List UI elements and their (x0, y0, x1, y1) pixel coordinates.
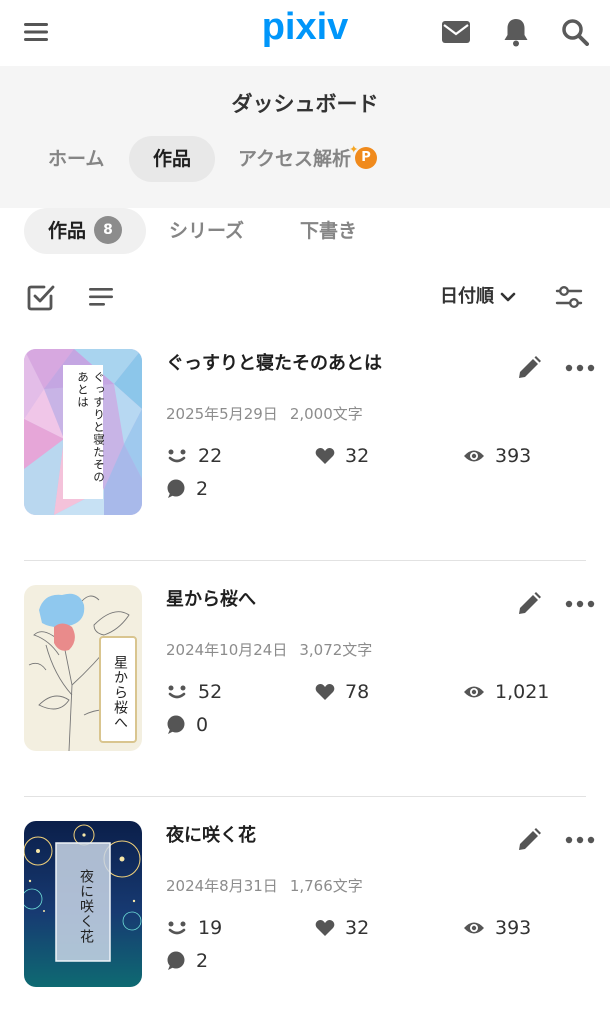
likes-stat: 32 (315, 915, 369, 941)
bell-icon[interactable] (496, 12, 536, 52)
smile-reaction-icon (168, 685, 186, 699)
more-options-icon[interactable] (562, 589, 598, 619)
reactions-count: 19 (198, 917, 223, 939)
page-title: ダッシュボード (231, 92, 379, 116)
views-count: 393 (495, 445, 532, 467)
work-title[interactable]: 星から桜へ (166, 585, 256, 611)
work-length: 3,072文字 (299, 641, 373, 659)
heart-icon (315, 684, 335, 700)
work-meta: 2024年10月24日 3,072文字 (166, 639, 372, 660)
heart-icon (315, 920, 335, 936)
work-list-item[interactable]: 夜に咲く花 夜に咲く花 2024年8月31日 1,766文字 19 32 393 … (0, 797, 610, 1033)
work-list-item[interactable]: ぐっすりと寝たそのあとは ぐっすりと寝たそのあとは 2025年5月29日 2,00… (0, 325, 610, 561)
heart-icon (315, 448, 335, 464)
likes-stat: 32 (315, 443, 369, 469)
sort-label: 日付順 (440, 286, 494, 307)
tab-access-analytics-label: アクセス解析 (238, 148, 352, 170)
comments-count: 2 (196, 478, 209, 500)
tab-works[interactable]: 作品 (129, 136, 216, 182)
comment-icon (167, 951, 185, 970)
sparkle-icon: ✦ (349, 142, 359, 156)
top-bar: pixiv (0, 0, 610, 64)
sort-dropdown[interactable]: 日付順 (440, 284, 516, 310)
search-icon[interactable] (555, 12, 595, 52)
views-stat: 1,021 (463, 679, 549, 705)
comments-stat: 2 (166, 948, 208, 974)
comments-stat: 0 (166, 712, 208, 738)
likes-count: 78 (345, 681, 370, 703)
pencil-edit-icon[interactable] (514, 589, 544, 619)
more-options-icon[interactable] (562, 353, 598, 383)
views-count: 1,021 (495, 681, 550, 703)
likes-count: 32 (345, 445, 370, 467)
comment-icon (167, 479, 185, 498)
work-list-item[interactable]: 星から桜へ 星から桜へ 2024年10月24日 3,072文字 52 78 1,0… (0, 561, 610, 797)
work-length: 2,000文字 (289, 405, 363, 423)
work-cover-title: ぐっすりと寝たそのあとは (76, 371, 106, 484)
eye-icon (464, 922, 484, 934)
filter-sliders-icon[interactable] (552, 280, 586, 314)
dashboard-header: ダッシュボード ホーム 作品 アクセス解析 ✦ P (0, 66, 610, 208)
comments-count: 2 (196, 950, 209, 972)
subtab-works[interactable]: 作品 8 (24, 208, 147, 254)
premium-badge-icon: ✦ P (349, 143, 378, 169)
eye-icon (464, 450, 484, 462)
work-meta: 2025年5月29日 2,000文字 (166, 403, 363, 424)
comments-stat: 2 (166, 476, 208, 502)
subtab-drafts[interactable]: 下書き (276, 208, 381, 254)
reactions-stat: 52 (166, 679, 222, 705)
work-cover-image[interactable]: 夜に咲く花 (24, 821, 142, 987)
more-options-icon[interactable] (562, 825, 598, 855)
list-view-icon[interactable] (84, 280, 118, 314)
tab-home[interactable]: ホーム (24, 136, 128, 182)
checkbox-select-icon[interactable] (24, 280, 58, 314)
work-date: 2024年10月24日 (166, 641, 288, 659)
works-count-badge: 8 (94, 215, 123, 244)
pencil-edit-icon[interactable] (514, 353, 544, 383)
views-stat: 393 (463, 915, 531, 941)
work-cover-title: 星から桜へ (112, 655, 128, 730)
pencil-edit-icon[interactable] (514, 825, 544, 855)
work-date: 2025年5月29日 (166, 405, 278, 423)
views-count: 393 (495, 917, 532, 939)
likes-count: 32 (345, 917, 370, 939)
reactions-stat: 22 (166, 443, 222, 469)
reactions-count: 22 (198, 445, 223, 467)
work-title[interactable]: 夜に咲く花 (166, 821, 256, 847)
work-cover-image[interactable]: ぐっすりと寝たそのあとは (24, 349, 142, 515)
mail-icon[interactable] (436, 12, 476, 52)
work-length: 1,766文字 (289, 877, 363, 895)
work-cover-image[interactable]: 星から桜へ (24, 585, 142, 751)
reactions-stat: 19 (166, 915, 222, 941)
reactions-count: 52 (198, 681, 223, 703)
subtab-works-label: 作品 (48, 220, 87, 242)
smile-reaction-icon (168, 449, 186, 463)
eye-icon (464, 686, 484, 698)
work-title[interactable]: ぐっすりと寝たそのあとは (166, 349, 382, 375)
likes-stat: 78 (315, 679, 369, 705)
tab-access-analytics[interactable]: アクセス解析 ✦ P (214, 136, 401, 182)
subtab-series[interactable]: シリーズ (145, 208, 268, 254)
work-cover-title: 夜に咲く花 (78, 869, 94, 944)
views-stat: 393 (463, 443, 531, 469)
comments-count: 0 (196, 714, 209, 736)
chevron-down-icon (500, 292, 516, 302)
smile-reaction-icon (168, 921, 186, 935)
comment-icon (167, 715, 185, 734)
work-date: 2024年8月31日 (166, 877, 278, 895)
work-meta: 2024年8月31日 1,766文字 (166, 875, 363, 896)
